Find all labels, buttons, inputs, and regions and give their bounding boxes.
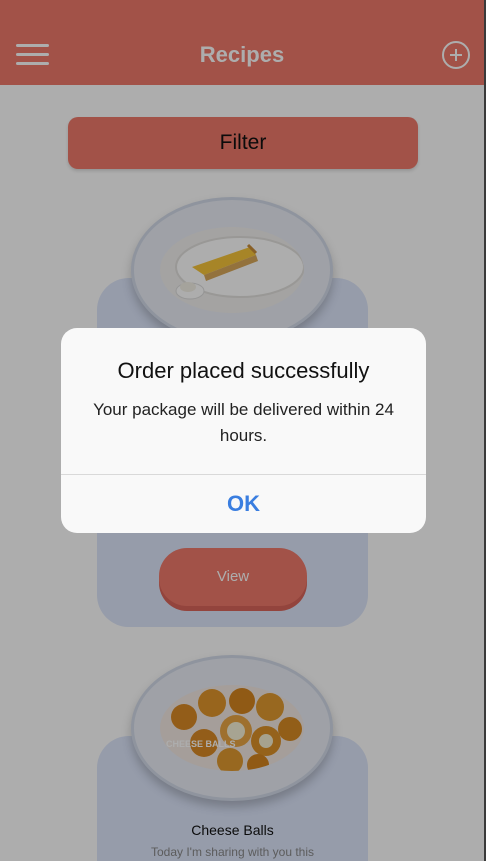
alert-title: Order placed successfully [117, 358, 370, 383]
order-success-alert: Order placed successfully Your package w… [61, 328, 426, 533]
ok-button[interactable]: OK [61, 475, 426, 533]
alert-message: Your package will be delivered within 24… [93, 400, 394, 445]
app-screen: Recipes Filter View CHEESE BALLS Cheese … [0, 0, 486, 861]
